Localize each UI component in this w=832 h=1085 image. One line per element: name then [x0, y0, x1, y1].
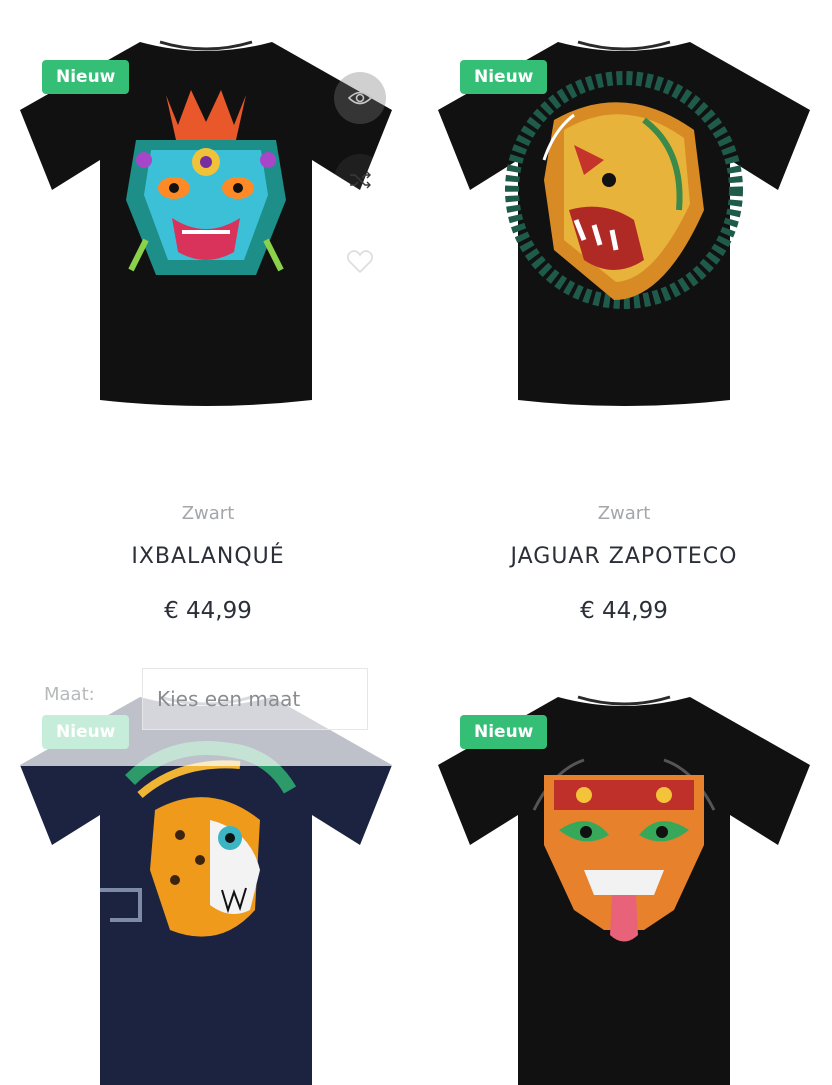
product-color: Zwart [181, 503, 235, 524]
new-badge: Nieuw [460, 60, 548, 94]
shuffle-icon [350, 171, 371, 189]
eye-icon [348, 91, 372, 105]
new-badge: Nieuw [460, 715, 548, 749]
heart-icon [347, 250, 373, 274]
product-info-ixbalanque: Zwart IXBALANQUÉ € 44,99 [0, 502, 416, 626]
product-title[interactable]: IXBALANQUÉ [0, 542, 416, 572]
size-select[interactable]: Kies een maat [142, 668, 368, 730]
product-color: Zwart [597, 503, 651, 524]
product-price: € 44,99 [580, 598, 668, 624]
size-label: Maat: [44, 684, 95, 705]
size-picker-overlay: Maat: Kies een maat [0, 650, 416, 766]
wishlist-button[interactable] [334, 236, 386, 288]
product-title[interactable]: JAGUAR ZAPOTECO [416, 542, 832, 572]
product-info-jaguar-zapoteco: Zwart JAGUAR ZAPOTECO € 44,99 [416, 502, 832, 626]
quick-view-button[interactable] [334, 72, 386, 124]
quick-actions [334, 72, 386, 318]
compare-button[interactable] [334, 154, 386, 206]
new-badge: Nieuw [42, 60, 130, 94]
product-price: € 44,99 [164, 598, 252, 624]
